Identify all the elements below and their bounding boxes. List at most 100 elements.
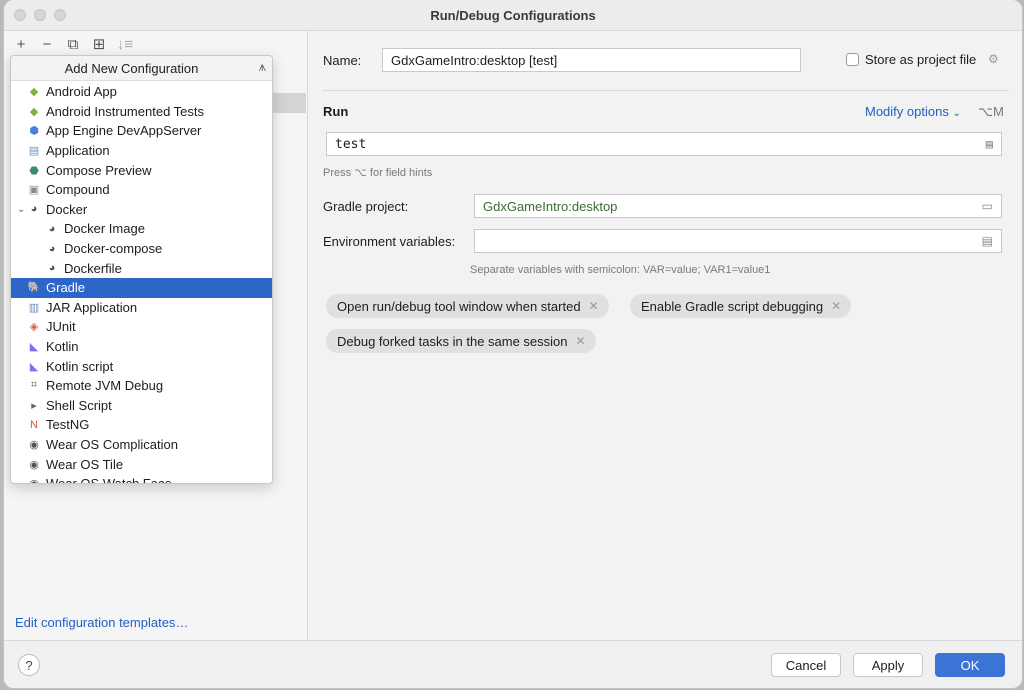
popup-header: Add New Configuration ⩚: [11, 56, 272, 81]
config-type-label: Gradle: [46, 280, 86, 296]
title-bar: Run/Debug Configurations: [4, 0, 1022, 31]
config-type-docker-image[interactable]: ◕ Docker Image: [11, 219, 272, 239]
config-type-android-instrumented-tests[interactable]: ◆ Android Instrumented Tests: [11, 102, 272, 122]
config-type-label: Docker-compose: [64, 241, 163, 257]
gear-icon[interactable]: ⚙: [988, 52, 999, 66]
android-test-icon: ◆: [29, 105, 39, 118]
store-as-project-file-checkbox[interactable]: [846, 53, 859, 66]
docker-compose-icon: ◕: [48, 242, 56, 255]
cancel-button[interactable]: Cancel: [771, 653, 841, 677]
config-type-dockerfile[interactable]: ◕ Dockerfile: [11, 258, 272, 278]
modify-options-label: Modify options: [865, 104, 949, 119]
config-type-testng[interactable]: N TestNG: [11, 415, 272, 435]
config-type-app-engine-devappserver[interactable]: ⬢ App Engine DevAppServer: [11, 121, 272, 141]
config-type-label: App Engine DevAppServer: [46, 123, 202, 139]
collapse-icon[interactable]: ⩚: [259, 59, 266, 75]
config-type-android-app[interactable]: ◆ Android App: [11, 82, 272, 102]
name-input[interactable]: GdxGameIntro:desktop [test]: [382, 48, 801, 72]
expand-field-icon[interactable]: ▤: [986, 137, 993, 151]
wear-os-complication-icon: ◉: [29, 438, 39, 451]
config-type-label: JUnit: [46, 319, 76, 335]
config-type-compound[interactable]: ▣ Compound: [11, 180, 272, 200]
config-type-label: Wear OS Tile: [46, 456, 124, 472]
compose-icon: ⬣: [29, 164, 39, 177]
name-label: Name:: [323, 53, 362, 68]
config-type-docker[interactable]: ⌄ ◕ Docker: [11, 200, 272, 220]
environment-variables-label: Environment variables:: [323, 234, 456, 249]
apply-button[interactable]: Apply: [853, 653, 923, 677]
wear-os-watch-face-icon: ◉: [27, 477, 41, 483]
ok-button[interactable]: OK: [935, 653, 1005, 677]
config-type-label: Kotlin script: [46, 358, 114, 374]
chevron-down-icon[interactable]: ⌄: [17, 204, 27, 215]
chevron-down-icon: ⌄: [952, 108, 961, 119]
chip-label: Debug forked tasks in the same session: [337, 333, 568, 349]
kotlin-icon: ◣: [29, 341, 39, 354]
edit-configuration-templates-link[interactable]: Edit configuration templates…: [15, 615, 188, 630]
new-folder-button[interactable]: ⊞: [88, 34, 110, 54]
config-type-label: Docker Image: [64, 221, 145, 237]
wear-os-tile-icon: ◉: [29, 458, 39, 471]
environment-variables-input[interactable]: ▤: [474, 229, 1002, 253]
config-type-gradle[interactable]: 🐘 Gradle: [11, 277, 272, 298]
copy-configuration-button[interactable]: ⧉: [62, 34, 84, 54]
config-type-wear-os-complication[interactable]: ◉ Wear OS Complication: [11, 435, 272, 455]
config-type-kotlin[interactable]: ◣ Kotlin: [11, 337, 272, 357]
close-icon[interactable]: ✕: [576, 334, 586, 348]
remove-configuration-button[interactable]: −: [36, 34, 58, 54]
environment-variables-hint: Separate variables with semicolon: VAR=v…: [470, 264, 771, 276]
gradle-project-label: Gradle project:: [323, 199, 409, 214]
config-type-compose-preview[interactable]: ⬣ Compose Preview: [11, 160, 272, 180]
config-type-label: Kotlin: [46, 339, 79, 355]
tree-toolbar: + − ⧉ ⊞ ↓≡: [10, 33, 136, 55]
modify-options-link[interactable]: Modify options ⌄: [865, 104, 961, 119]
jar-icon: ▥: [28, 301, 40, 314]
section-divider: [322, 90, 1009, 91]
config-type-wear-os-watch-face[interactable]: ◉ Wear OS Watch Face: [11, 474, 272, 484]
dockerfile-icon: ◕: [48, 262, 56, 275]
store-as-project-file-label: Store as project file: [865, 52, 977, 67]
close-icon[interactable]: ✕: [589, 299, 599, 313]
config-type-label: Remote JVM Debug: [46, 378, 164, 394]
config-type-label: Dockerfile: [64, 260, 122, 276]
application-icon: ▤: [28, 145, 40, 158]
configuration-type-list: ◆ Android App ◆ Android Instrumented Tests ⬢…: [11, 82, 272, 484]
compound-icon: ▣: [28, 184, 40, 197]
android-icon: ◆: [29, 86, 39, 99]
testng-icon: N: [30, 418, 38, 431]
dialog-footer: ? Cancel Apply OK: [4, 640, 1022, 688]
add-new-configuration-popup: Add New Configuration ⩚ ◆ Android App ◆ And…: [10, 55, 273, 484]
run-debug-dialog: Run/Debug Configurations + − ⧉ ⊞ ↓≡ Edit…: [4, 0, 1022, 688]
sort-button[interactable]: ↓≡: [114, 34, 136, 54]
config-type-label: Application: [46, 143, 110, 159]
close-icon[interactable]: ✕: [831, 299, 841, 313]
run-command-input[interactable]: test ▤: [326, 132, 1002, 156]
edit-variables-icon[interactable]: ▤: [982, 234, 993, 248]
config-type-junit[interactable]: ◈ JUnit: [11, 317, 272, 337]
config-type-shell-script[interactable]: ▸ Shell Script: [11, 396, 272, 416]
junit-icon: ◈: [29, 321, 39, 334]
chip-enable-gradle-script-debugging[interactable]: Enable Gradle script debugging ✕: [630, 294, 852, 318]
config-type-docker-compose[interactable]: ◕ Docker-compose: [11, 239, 272, 259]
help-button[interactable]: ?: [18, 654, 40, 676]
config-type-label: JAR Application: [46, 299, 138, 315]
add-configuration-button[interactable]: +: [10, 34, 32, 54]
chip-open-tool-window[interactable]: Open run/debug tool window when started ✕: [326, 294, 609, 318]
config-type-label: Wear OS Complication: [46, 436, 178, 452]
gradle-project-input[interactable]: GdxGameIntro:desktop ▭: [474, 194, 1002, 218]
config-type-remote-jvm-debug[interactable]: ⌗ Remote JVM Debug: [11, 376, 272, 396]
config-type-label: Docker: [46, 201, 88, 217]
config-type-jar-application[interactable]: ▥ JAR Application: [11, 298, 272, 318]
config-type-label: Compose Preview: [46, 162, 152, 178]
config-type-label: Android App: [46, 84, 117, 100]
config-type-wear-os-tile[interactable]: ◉ Wear OS Tile: [11, 454, 272, 474]
remote-debug-icon: ⌗: [30, 379, 38, 392]
chip-label: Open run/debug tool window when started: [337, 298, 581, 314]
folder-icon[interactable]: ▭: [982, 199, 993, 213]
config-type-label: Wear OS Watch Face: [46, 476, 172, 484]
chip-debug-forked-tasks[interactable]: Debug forked tasks in the same session ✕: [326, 329, 596, 353]
docker-icon: ◕: [30, 203, 38, 216]
config-type-application[interactable]: ▤ Application: [11, 141, 272, 161]
config-type-kotlin-script[interactable]: ◣ Kotlin script: [11, 356, 272, 376]
config-type-label: Shell Script: [46, 397, 112, 413]
